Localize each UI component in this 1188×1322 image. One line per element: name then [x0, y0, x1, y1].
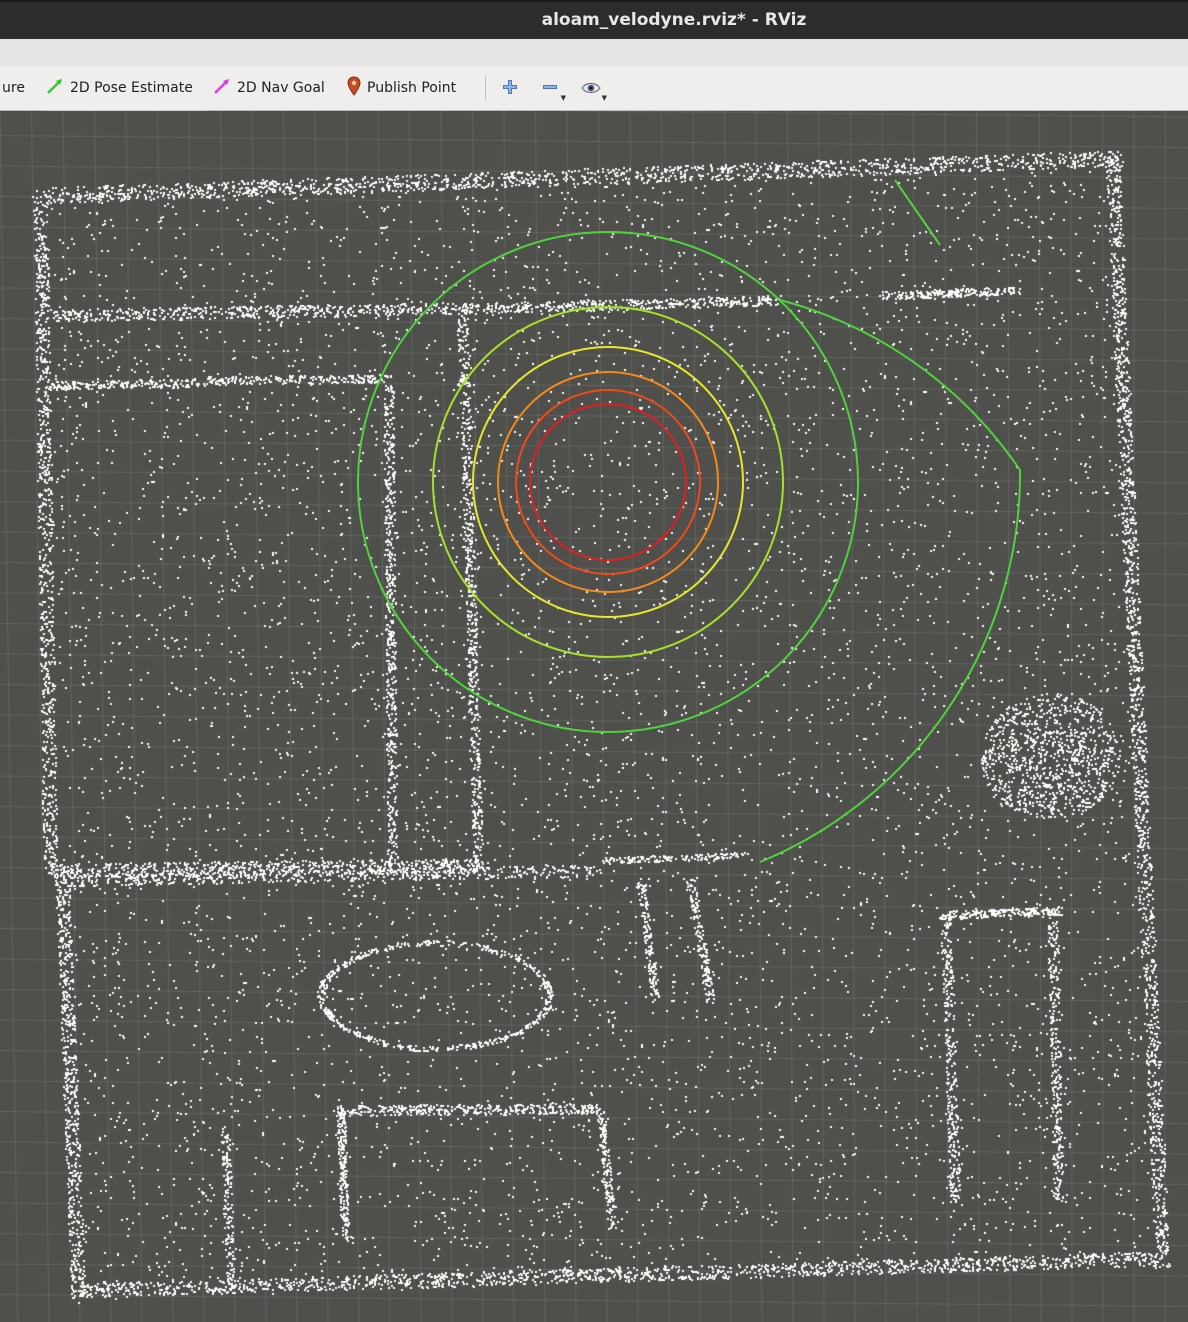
- toolbar-separator: [485, 75, 486, 101]
- eye-icon: [581, 80, 601, 99]
- minus-icon: [542, 79, 558, 99]
- publish-point-button[interactable]: Publish Point: [347, 66, 456, 110]
- range-ring: [515, 389, 701, 575]
- add-tool-button[interactable]: [496, 76, 524, 102]
- nav-goal-button[interactable]: 2D Nav Goal: [213, 66, 325, 110]
- range-arc: [894, 179, 941, 246]
- interact-tool-label: ure: [2, 80, 25, 96]
- map-pin-icon: [347, 76, 361, 100]
- range-ring: [432, 306, 784, 658]
- range-rings: [357, 179, 1022, 863]
- menu-bar: [0, 39, 1188, 67]
- range-arc: [759, 299, 1022, 863]
- window-title: aloam_velodyne.rviz* - RViz: [541, 10, 807, 30]
- nav-goal-label: 2D Nav Goal: [237, 80, 325, 96]
- pose-estimate-button[interactable]: 2D Pose Estimate: [46, 66, 206, 112]
- title-bar: aloam_velodyne.rviz* - RViz: [0, 0, 1188, 39]
- view-options-button[interactable]: ▼: [577, 76, 607, 102]
- dropdown-caret-icon: ▼: [601, 94, 607, 102]
- magenta-arrow-icon: [213, 77, 231, 99]
- interact-tool-button[interactable]: ure: [0, 66, 25, 110]
- remove-tool-button[interactable]: ▼: [536, 76, 566, 102]
- range-ring: [529, 403, 687, 561]
- range-ring: [472, 346, 744, 618]
- plus-icon: [502, 79, 518, 99]
- green-arrow-icon: [46, 77, 64, 99]
- publish-point-label: Publish Point: [367, 80, 457, 96]
- 3d-viewport[interactable]: [0, 111, 1188, 1322]
- dropdown-caret-icon: ▼: [560, 94, 566, 102]
- toolbar: ure 2D Pose Estimate 2D Nav Goal Publish…: [0, 66, 1188, 112]
- pose-estimate-label: 2D Pose Estimate: [70, 80, 193, 96]
